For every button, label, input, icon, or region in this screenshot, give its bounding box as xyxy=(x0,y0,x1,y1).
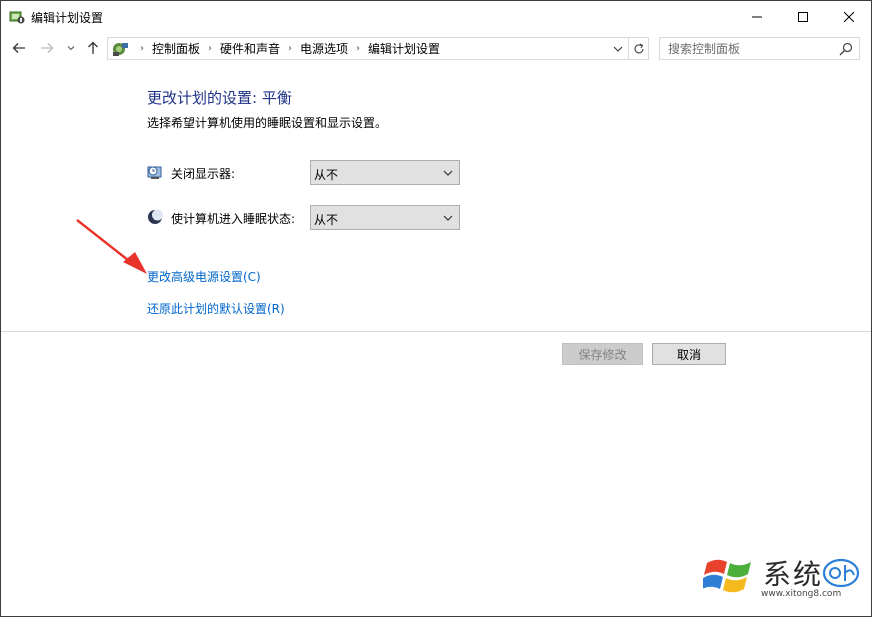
back-button[interactable] xyxy=(9,38,29,58)
maximize-icon xyxy=(798,11,808,22)
advanced-power-settings-link[interactable]: 更改高级电源设置(C) xyxy=(147,268,261,285)
sleep-label: 使计算机进入睡眠状态: xyxy=(171,212,296,226)
chevron-down-icon xyxy=(613,46,623,52)
breadcrumb: › 控制面板 › 硬件和声音 › 电源选项 › 编辑计划设置 xyxy=(132,38,440,59)
divider xyxy=(1,331,871,332)
arrow-left-icon xyxy=(12,43,25,53)
arrow-right-icon xyxy=(41,43,54,53)
chevron-right-icon[interactable]: › xyxy=(288,43,292,54)
recent-locations-button[interactable] xyxy=(63,38,79,58)
chevron-down-icon xyxy=(443,215,453,221)
control-panel-icon xyxy=(113,43,128,56)
chevron-right-icon[interactable]: › xyxy=(356,43,360,54)
navigation-bar: › 控制面板 › 硬件和声音 › 电源选项 › 编辑计划设置 xyxy=(1,32,871,64)
up-button[interactable] xyxy=(83,38,103,58)
refresh-button[interactable] xyxy=(628,38,648,59)
search-input[interactable] xyxy=(660,38,835,59)
title-bar: 编辑计划设置 xyxy=(1,1,871,32)
minimize-icon xyxy=(752,16,762,17)
chevron-right-icon[interactable]: › xyxy=(208,43,212,54)
refresh-icon xyxy=(634,43,644,53)
restore-defaults-link[interactable]: 还原此计划的默认设置(R) xyxy=(147,300,285,317)
display-off-value: 从不 xyxy=(314,168,339,182)
window-title: 编辑计划设置 xyxy=(31,11,104,25)
display-off-label: 关闭显示器: xyxy=(171,167,236,181)
address-bar[interactable]: › 控制面板 › 硬件和声音 › 电源选项 › 编辑计划设置 xyxy=(107,37,649,60)
chevron-down-icon xyxy=(67,46,75,51)
chevron-right-icon: › xyxy=(140,43,144,54)
page-description: 选择希望计算机使用的睡眠设置和显示设置。 xyxy=(147,116,388,130)
search-icon[interactable] xyxy=(838,41,854,57)
breadcrumb-item-power-options[interactable]: 电源选项 xyxy=(300,40,348,57)
cancel-button[interactable]: 取消 xyxy=(652,343,726,365)
monitor-clock-icon xyxy=(147,166,162,179)
watermark-url: www.xitong8.com xyxy=(761,589,842,599)
maximize-button[interactable] xyxy=(780,1,826,32)
search-box[interactable] xyxy=(659,37,860,60)
arrow-up-icon xyxy=(88,41,98,54)
watermark-text: 系统 xyxy=(763,558,824,591)
close-button[interactable] xyxy=(826,1,872,32)
minimize-button[interactable] xyxy=(734,1,780,32)
watermark-logo-icon xyxy=(822,558,860,588)
breadcrumb-item-control-panel[interactable]: 控制面板 xyxy=(152,40,200,57)
chevron-down-icon xyxy=(443,170,453,176)
page-title: 更改计划的设置: 平衡 xyxy=(147,89,292,107)
forward-button[interactable] xyxy=(37,38,57,58)
close-icon xyxy=(844,11,854,22)
window: 编辑计划设置 › 控制面板 › 硬件和声音 › 电源选项 › 编辑计划设置 搜索… xyxy=(0,0,872,617)
content-area: 更改计划的设置: 平衡 选择希望计算机使用的睡眠设置和显示设置。 关闭显示器: … xyxy=(1,64,871,616)
save-button[interactable]: 保存修改 xyxy=(562,343,643,365)
breadcrumb-item-hardware-sound[interactable]: 硬件和声音 xyxy=(220,40,280,57)
breadcrumb-item-edit-plan[interactable]: 编辑计划设置 xyxy=(368,40,440,57)
display-off-select[interactable]: 从不 xyxy=(310,160,460,185)
power-options-app-icon xyxy=(9,11,25,24)
sleep-value: 从不 xyxy=(314,213,339,227)
windows-logo-icon xyxy=(703,559,751,593)
address-history-button[interactable] xyxy=(608,38,628,59)
sleep-select[interactable]: 从不 xyxy=(310,205,460,230)
watermark: 系统 www.xitong8.com xyxy=(703,551,863,603)
annotation-arrow-icon xyxy=(76,219,147,274)
